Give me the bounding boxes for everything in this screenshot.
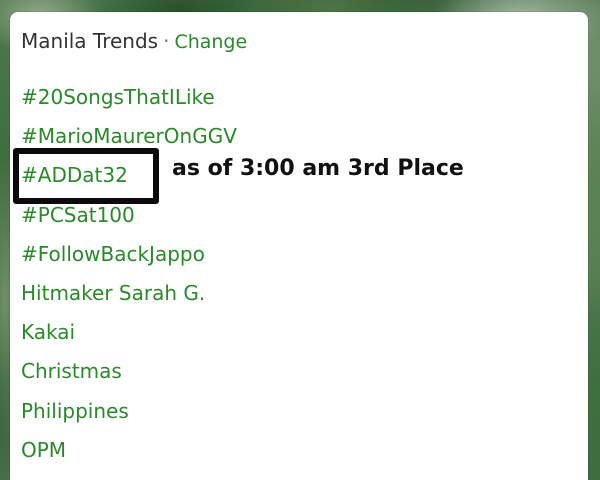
trend-link-philippines[interactable]: Philippines [21,392,237,431]
trends-header: Manila Trends · Change [21,29,247,53]
trend-link-20songsthatilike[interactable]: #20SongsThatILike [21,78,237,117]
header-separator: · [163,29,170,53]
trends-list: #20SongsThatILike #MarioMaurerOnGGV #ADD… [21,78,237,470]
trend-link-kakai[interactable]: Kakai [21,313,237,352]
highlight-box [13,148,159,204]
trend-link-opm[interactable]: OPM [21,431,237,470]
rank-annotation: as of 3:00 am 3rd Place [172,156,464,181]
trends-title: Manila Trends [21,29,159,53]
change-location-link[interactable]: Change [174,31,247,53]
trend-link-christmas[interactable]: Christmas [21,352,237,391]
trend-link-followbackjappo[interactable]: #FollowBackJappo [21,235,237,274]
trend-link-hitmaker-sarah-g[interactable]: Hitmaker Sarah G. [21,274,237,313]
